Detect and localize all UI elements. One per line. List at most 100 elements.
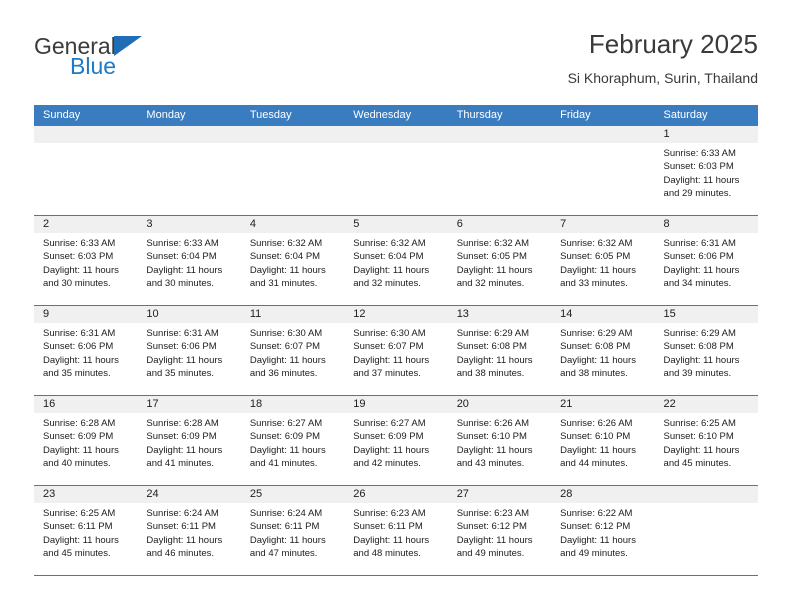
day-cell-17[interactable]: 17 Sunrise: 6:28 AM Sunset: 6:09 PM Dayligh… bbox=[137, 396, 241, 485]
day-cell-7[interactable]: 7 Sunrise: 6:32 AM Sunset: 6:05 PM Daylight… bbox=[551, 216, 655, 305]
sunset-text: Sunset: 6:06 PM bbox=[146, 341, 217, 353]
weekday-header-monday: Monday bbox=[146, 109, 186, 121]
day-number: 24 bbox=[146, 488, 159, 500]
daylight-text: Daylight: 11 hours and 32 minutes. bbox=[353, 264, 430, 290]
day-cell-23[interactable]: 23 Sunrise: 6:25 AM Sunset: 6:11 PM Dayligh… bbox=[34, 486, 138, 575]
day-number-band: 9 bbox=[34, 306, 138, 324]
sunrise-text: Sunrise: 6:33 AM bbox=[43, 238, 116, 249]
day-sun-info: Sunrise: 6:26 AM Sunset: 6:10 PM Daylight:… bbox=[448, 414, 551, 471]
sunrise-text: Sunrise: 6:28 AM bbox=[146, 418, 219, 429]
day-cell-empty bbox=[137, 126, 241, 215]
day-sun-info: Sunrise: 6:27 AM Sunset: 6:09 PM Daylight:… bbox=[344, 414, 447, 471]
day-cell-14[interactable]: 14 Sunrise: 6:29 AM Sunset: 6:08 PM Dayligh… bbox=[551, 306, 655, 395]
day-number: 8 bbox=[663, 218, 670, 230]
daylight-text: Daylight: 11 hours and 38 minutes. bbox=[560, 354, 636, 380]
day-number-band: 24 bbox=[137, 486, 241, 504]
sunset-text: Sunset: 6:12 PM bbox=[456, 521, 527, 533]
day-cell-18[interactable]: 18 Sunrise: 6:27 AM Sunset: 6:09 PM Dayligh… bbox=[240, 396, 345, 485]
day-sun-info: Sunrise: 6:24 AM Sunset: 6:11 PM Daylight:… bbox=[241, 504, 344, 561]
day-number-band: 21 bbox=[551, 396, 655, 414]
sunrise-text: Sunrise: 6:29 AM bbox=[456, 328, 530, 339]
day-cell-16[interactable]: 16 Sunrise: 6:28 AM Sunset: 6:09 PM Dayligh… bbox=[34, 396, 138, 485]
day-cell-10[interactable]: 10 Sunrise: 6:31 AM Sunset: 6:06 PM Dayligh… bbox=[137, 306, 241, 395]
daylight-text: Daylight: 11 hours and 33 minutes. bbox=[560, 264, 636, 290]
daylight-text: Daylight: 11 hours and 41 minutes. bbox=[249, 444, 326, 470]
day-cell-9[interactable]: 9 Sunrise: 6:31 AM Sunset: 6:06 PM Daylight… bbox=[34, 306, 138, 395]
day-cell-25[interactable]: 25 Sunrise: 6:24 AM Sunset: 6:11 PM Dayligh… bbox=[240, 486, 345, 575]
title-block: February 2025 Si Khoraphum, Surin, Thail… bbox=[568, 28, 758, 88]
day-number-band: 15 bbox=[654, 306, 758, 324]
day-cell-27[interactable]: 27 Sunrise: 6:23 AM Sunset: 6:12 PM Dayligh… bbox=[447, 486, 552, 575]
daylight-text: Daylight: 11 hours and 35 minutes. bbox=[43, 354, 119, 380]
sunrise-text: Sunrise: 6:27 AM bbox=[353, 418, 426, 429]
daylight-text: Daylight: 11 hours and 31 minutes. bbox=[249, 264, 326, 290]
daylight-text: Daylight: 11 hours and 48 minutes. bbox=[353, 534, 430, 560]
day-cell-2[interactable]: 2 Sunrise: 6:33 AM Sunset: 6:03 PM Daylight… bbox=[34, 216, 138, 305]
sunset-text: Sunset: 6:06 PM bbox=[663, 251, 734, 263]
day-cell-15[interactable]: 15 Sunrise: 6:29 AM Sunset: 6:08 PM Dayligh… bbox=[654, 306, 758, 395]
sunrise-text: Sunrise: 6:30 AM bbox=[249, 328, 323, 339]
day-sun-info: Sunrise: 6:31 AM Sunset: 6:06 PM Daylight:… bbox=[655, 234, 758, 291]
day-number-band: 13 bbox=[447, 306, 552, 324]
day-cell-13[interactable]: 13 Sunrise: 6:29 AM Sunset: 6:08 PM Dayligh… bbox=[447, 306, 552, 395]
day-number-band bbox=[137, 126, 241, 144]
day-cell-12[interactable]: 12 Sunrise: 6:30 AM Sunset: 6:07 PM Dayligh… bbox=[344, 306, 448, 395]
daylight-text: Daylight: 11 hours and 45 minutes. bbox=[663, 444, 740, 470]
day-number: 13 bbox=[456, 308, 469, 320]
day-number: 21 bbox=[560, 398, 573, 410]
day-number: 9 bbox=[43, 308, 50, 320]
day-cell-empty bbox=[34, 126, 138, 215]
day-cell-20[interactable]: 20 Sunrise: 6:26 AM Sunset: 6:10 PM Dayligh… bbox=[447, 396, 552, 485]
daylight-text: Daylight: 11 hours and 35 minutes. bbox=[146, 354, 223, 380]
day-number: 14 bbox=[560, 308, 573, 320]
calendar-grid: Sunday Monday Tuesday Wednesday Thursday Frid… bbox=[34, 105, 758, 576]
sunset-text: Sunset: 6:12 PM bbox=[560, 521, 631, 533]
day-number-band: 20 bbox=[447, 396, 552, 414]
weekday-header-wednesday: Wednesday bbox=[353, 109, 412, 121]
sunrise-text: Sunrise: 6:32 AM bbox=[249, 238, 323, 249]
day-cell-empty bbox=[447, 126, 552, 215]
day-number-band: 26 bbox=[344, 486, 448, 504]
day-cell-empty bbox=[344, 126, 448, 215]
sunset-text: Sunset: 6:10 PM bbox=[560, 431, 631, 443]
sunset-text: Sunset: 6:11 PM bbox=[249, 521, 320, 533]
page-title: February 2025 bbox=[588, 29, 758, 59]
sunrise-text: Sunrise: 6:29 AM bbox=[663, 328, 736, 339]
calendar-week-row: 16 Sunrise: 6:28 AM Sunset: 6:09 PM Dayligh… bbox=[34, 395, 758, 485]
day-cell-19[interactable]: 19 Sunrise: 6:27 AM Sunset: 6:09 PM Dayligh… bbox=[344, 396, 448, 485]
sunset-text: Sunset: 6:09 PM bbox=[146, 431, 217, 443]
day-cell-1[interactable]: 1 Sunrise: 6:33 AM Sunset: 6:03 PM Daylight… bbox=[654, 126, 758, 215]
calendar-week-row: 23 Sunrise: 6:25 AM Sunset: 6:11 PM Dayligh… bbox=[34, 485, 758, 575]
day-cell-11[interactable]: 11 Sunrise: 6:30 AM Sunset: 6:07 PM Dayligh… bbox=[240, 306, 345, 395]
day-number-band: 18 bbox=[240, 396, 345, 414]
sunset-text: Sunset: 6:03 PM bbox=[663, 161, 734, 173]
day-cell-26[interactable]: 26 Sunrise: 6:23 AM Sunset: 6:11 PM Dayligh… bbox=[344, 486, 448, 575]
day-number: 18 bbox=[249, 398, 263, 410]
general-blue-logo: General Blue bbox=[34, 34, 234, 92]
day-cell-5[interactable]: 5 Sunrise: 6:32 AM Sunset: 6:04 PM Daylight… bbox=[344, 216, 448, 305]
blue-triangle-icon bbox=[113, 36, 142, 56]
day-cell-21[interactable]: 21 Sunrise: 6:26 AM Sunset: 6:10 PM Dayligh… bbox=[551, 396, 655, 485]
day-number-band bbox=[344, 126, 448, 144]
day-number-band: 14 bbox=[551, 306, 655, 324]
sunset-text: Sunset: 6:09 PM bbox=[249, 431, 321, 443]
day-sun-info: Sunrise: 6:23 AM Sunset: 6:12 PM Daylight:… bbox=[448, 504, 551, 561]
day-cell-8[interactable]: 8 Sunrise: 6:31 AM Sunset: 6:06 PM Daylight… bbox=[654, 216, 758, 305]
day-number: 6 bbox=[456, 218, 463, 230]
sunset-text: Sunset: 6:03 PM bbox=[43, 251, 114, 263]
sunrise-text: Sunrise: 6:32 AM bbox=[353, 238, 426, 249]
day-cell-4[interactable]: 4 Sunrise: 6:32 AM Sunset: 6:04 PM Daylight… bbox=[240, 216, 345, 305]
day-cell-3[interactable]: 3 Sunrise: 6:33 AM Sunset: 6:04 PM Daylight… bbox=[137, 216, 241, 305]
day-cell-28[interactable]: 28 Sunrise: 6:22 AM Sunset: 6:12 PM Dayligh… bbox=[551, 486, 655, 575]
day-cell-6[interactable]: 6 Sunrise: 6:32 AM Sunset: 6:05 PM Daylight… bbox=[447, 216, 552, 305]
sunset-text: Sunset: 6:06 PM bbox=[43, 341, 114, 353]
day-sun-info: Sunrise: 6:24 AM Sunset: 6:11 PM Daylight:… bbox=[137, 504, 240, 561]
day-number: 26 bbox=[353, 488, 366, 500]
day-cell-24[interactable]: 24 Sunrise: 6:24 AM Sunset: 6:11 PM Dayligh… bbox=[137, 486, 241, 575]
day-number: 17 bbox=[146, 398, 159, 410]
day-sun-info: Sunrise: 6:31 AM Sunset: 6:06 PM Daylight:… bbox=[34, 324, 137, 381]
sunrise-text: Sunrise: 6:26 AM bbox=[456, 418, 530, 429]
day-number-band: 8 bbox=[654, 216, 758, 234]
day-cell-22[interactable]: 22 Sunrise: 6:25 AM Sunset: 6:10 PM Dayligh… bbox=[654, 396, 758, 485]
day-number-band: 12 bbox=[344, 306, 448, 324]
